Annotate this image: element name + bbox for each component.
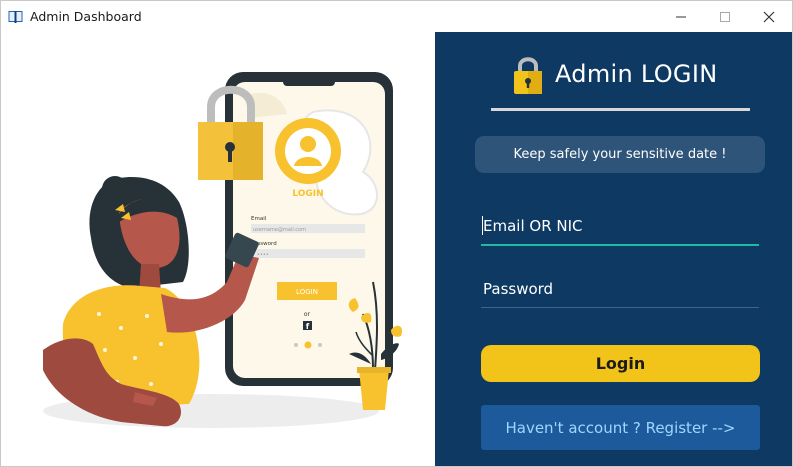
text-caret xyxy=(482,216,483,235)
login-button[interactable]: Login xyxy=(481,345,760,382)
phone-email-placeholder: username@mail.com xyxy=(253,227,306,233)
illustration-panel: LOGIN Email username@mail.com Password •… xyxy=(1,32,435,466)
minimize-button[interactable] xyxy=(658,1,704,32)
book-icon xyxy=(8,11,23,23)
phone-email-label: Email xyxy=(251,216,267,222)
login-panel: Admin LOGIN Keep safely your sensitive d… xyxy=(435,32,792,466)
app-window: Admin Dashboard LOGIN Email username@mai… xyxy=(0,0,793,467)
phone-login-button: LOGIN xyxy=(296,288,318,296)
password-field[interactable] xyxy=(481,270,759,308)
info-text: Keep safely your sensitive date ! xyxy=(513,147,727,162)
page-title: Admin LOGIN xyxy=(555,60,718,88)
maximize-icon xyxy=(720,11,730,22)
phone-password-dots: •••• xyxy=(257,252,269,258)
window-title: Admin Dashboard xyxy=(30,9,142,24)
facebook-icon: f xyxy=(303,321,312,331)
phone-or-text: or xyxy=(304,311,311,318)
maximize-button[interactable] xyxy=(702,1,748,32)
svg-text:f: f xyxy=(306,322,310,331)
lock-icon xyxy=(514,57,542,94)
minimize-icon xyxy=(676,16,686,17)
login-illustration: LOGIN Email username@mail.com Password •… xyxy=(43,72,403,428)
title-divider xyxy=(491,108,750,111)
title-bar: Admin Dashboard xyxy=(1,1,792,32)
close-button[interactable] xyxy=(746,1,792,32)
phone-login-heading: LOGIN xyxy=(292,189,323,199)
info-banner: Keep safely your sensitive date ! xyxy=(475,136,765,173)
email-field[interactable] xyxy=(481,208,759,246)
close-icon xyxy=(763,11,775,22)
register-button[interactable]: Haven't account ? Register --> xyxy=(481,405,760,450)
